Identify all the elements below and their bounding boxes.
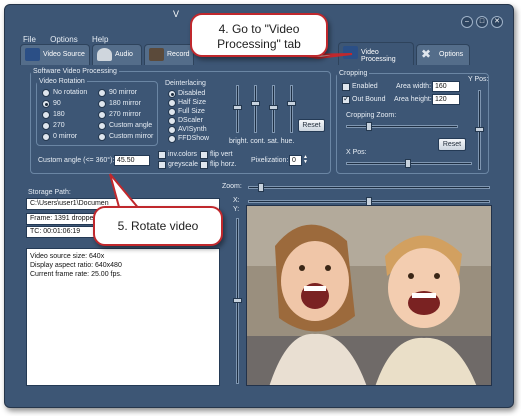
callout-go-to-tab: 4. Go to "Video Processing" tab (190, 13, 328, 57)
callout-pointers (109, 53, 353, 220)
callout-text: 4. Go to "Video Processing" tab (217, 22, 301, 51)
callout-rotate-video: 5. Rotate video (93, 206, 223, 246)
callout-text: 5. Rotate video (117, 219, 199, 233)
